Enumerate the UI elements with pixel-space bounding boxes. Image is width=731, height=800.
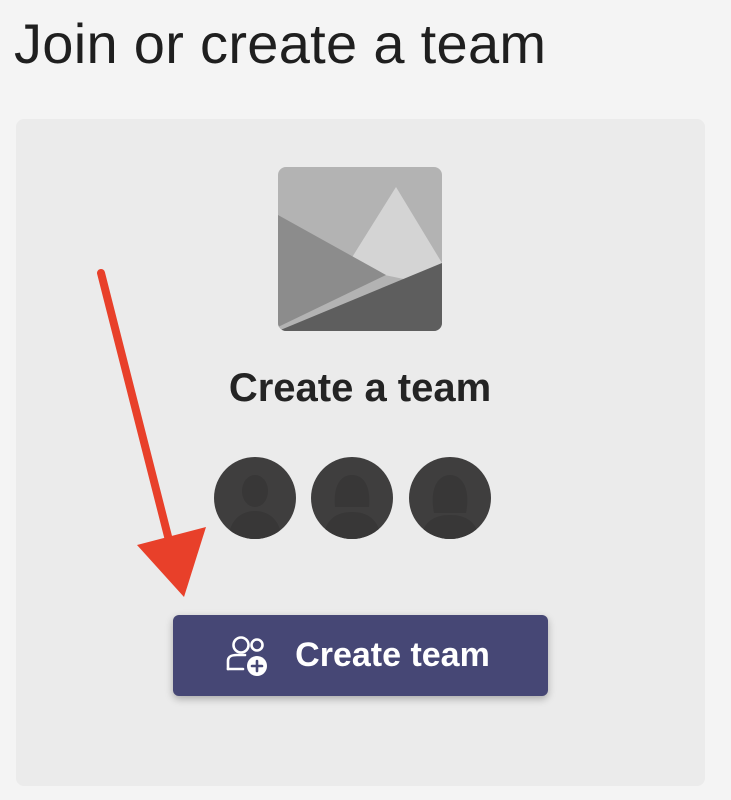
add-people-icon [226,635,268,676]
image-placeholder-icon [278,167,442,331]
card-title: Create a team [228,366,492,410]
create-team-button-label: Create team [295,636,490,674]
create-team-button[interactable]: Create team [173,615,548,696]
page-title: Join or create a team [14,12,547,75]
person-icon [228,475,282,539]
avatar-woman-2 [409,457,491,539]
avatar-man [214,457,296,539]
person-icon [323,475,381,539]
person-icon [421,475,479,539]
avatar-woman [311,457,393,539]
